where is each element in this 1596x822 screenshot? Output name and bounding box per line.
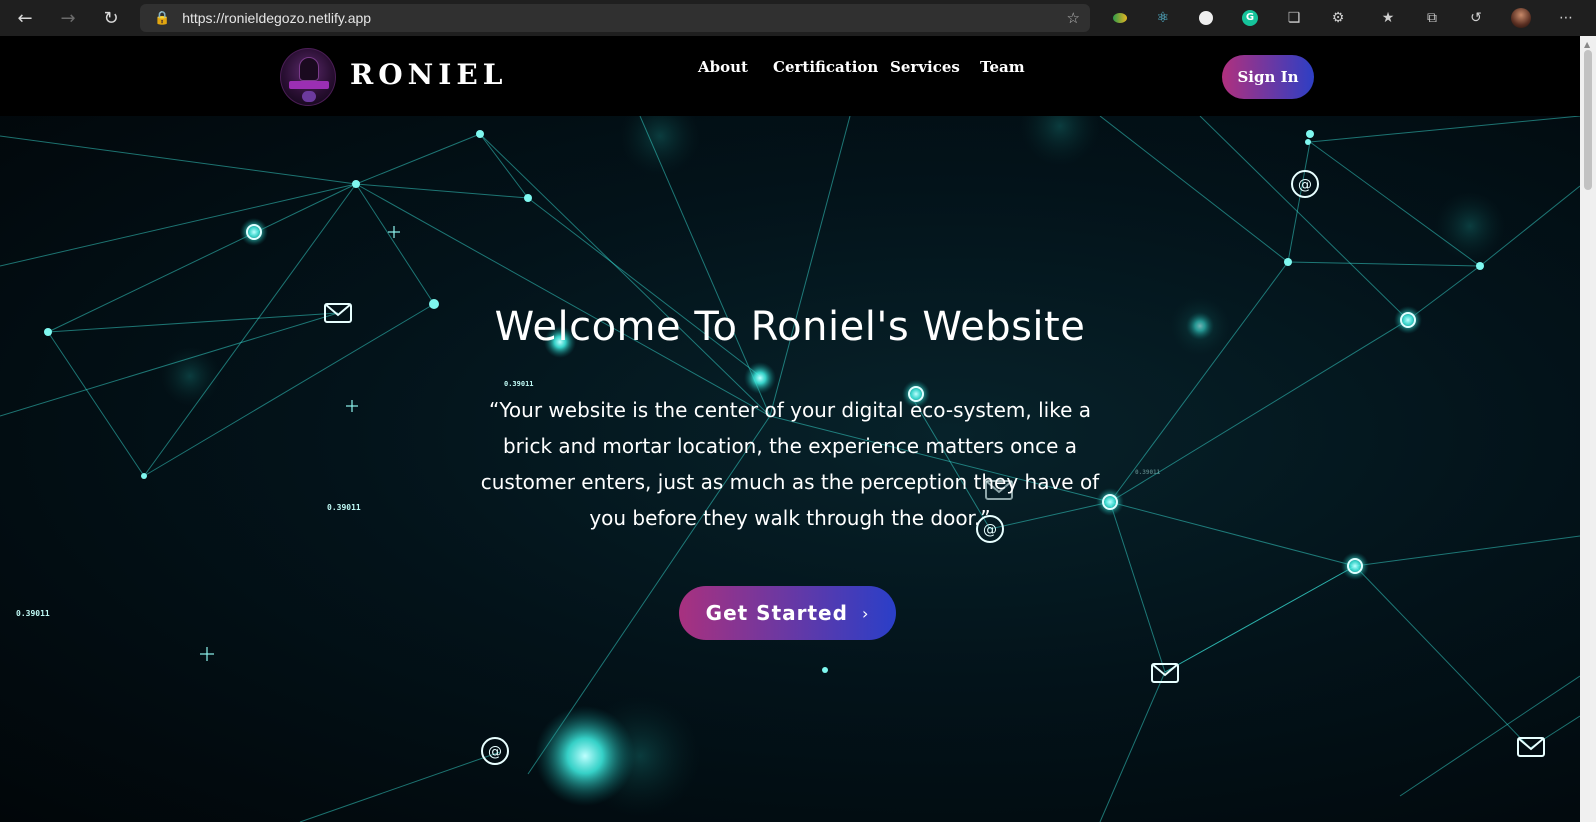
bg-number: 0.39011 [1135,469,1161,476]
nav-team[interactable]: Team [980,58,1025,76]
address-bar[interactable]: 🔒 https://ronieldegozo.netlify.app ☆ [140,4,1090,32]
browser-toolbar: ← → ↻ 🔒 https://ronieldegozo.netlify.app… [0,0,1596,36]
signin-button[interactable]: Sign In [1222,55,1314,99]
chevron-right-icon: › [861,603,870,623]
forward-icon[interactable]: → [57,7,79,29]
collections-icon[interactable]: ⧉ [1422,8,1442,28]
refresh-icon[interactable]: ↻ [100,7,122,29]
bg-number: 0.39011 [16,609,50,618]
site-header: RONIEL About Certification Services Team… [0,36,1580,116]
page-scrollbar[interactable]: ▲ [1580,36,1596,822]
svg-text:@: @ [488,744,502,760]
favorites-icon[interactable]: ★ [1378,8,1398,28]
react-devtools-icon[interactable]: ⚛ [1153,8,1173,28]
history-icon[interactable]: ↺ [1466,8,1486,28]
nav-services[interactable]: Services [890,58,960,76]
get-started-button[interactable]: Get Started › [679,586,896,640]
scroll-thumb[interactable] [1584,50,1592,190]
profile-avatar[interactable] [1511,8,1531,28]
hero-title: Welcome To Roniel's Website [494,304,1086,350]
favorite-add-icon[interactable]: ☆ [1067,9,1080,27]
scroll-up-icon[interactable]: ▲ [1584,40,1590,49]
puzzle-icon[interactable]: ⚙ [1328,8,1348,28]
bg-number: 0.39011 [504,380,534,388]
nav-certification[interactable]: Certification [773,58,878,76]
nav-about[interactable]: About [698,58,748,76]
circle-extension-icon[interactable] [1196,8,1216,28]
more-icon[interactable]: ⋯ [1556,8,1576,28]
get-started-label: Get Started [705,601,848,625]
bg-number: 0.39011 [327,503,361,512]
back-icon[interactable]: ← [14,7,36,29]
colorful-extension-icon[interactable] [1110,8,1130,28]
logo-text[interactable]: RONIEL [350,58,507,91]
lock-icon: 🔒 [154,10,171,26]
hero-quote: “Your website is the center of your digi… [480,398,1100,530]
logo-emblem-icon[interactable] [280,48,336,106]
url-text: https://ronieldegozo.netlify.app [182,10,372,26]
collections-extension-icon[interactable]: ❏ [1284,8,1304,28]
grammarly-icon[interactable]: G [1240,8,1260,28]
hero-section: @ @ @ 0.39011 0.39011 0.39011 0.39011 We… [0,116,1580,822]
svg-text:@: @ [1298,177,1312,193]
